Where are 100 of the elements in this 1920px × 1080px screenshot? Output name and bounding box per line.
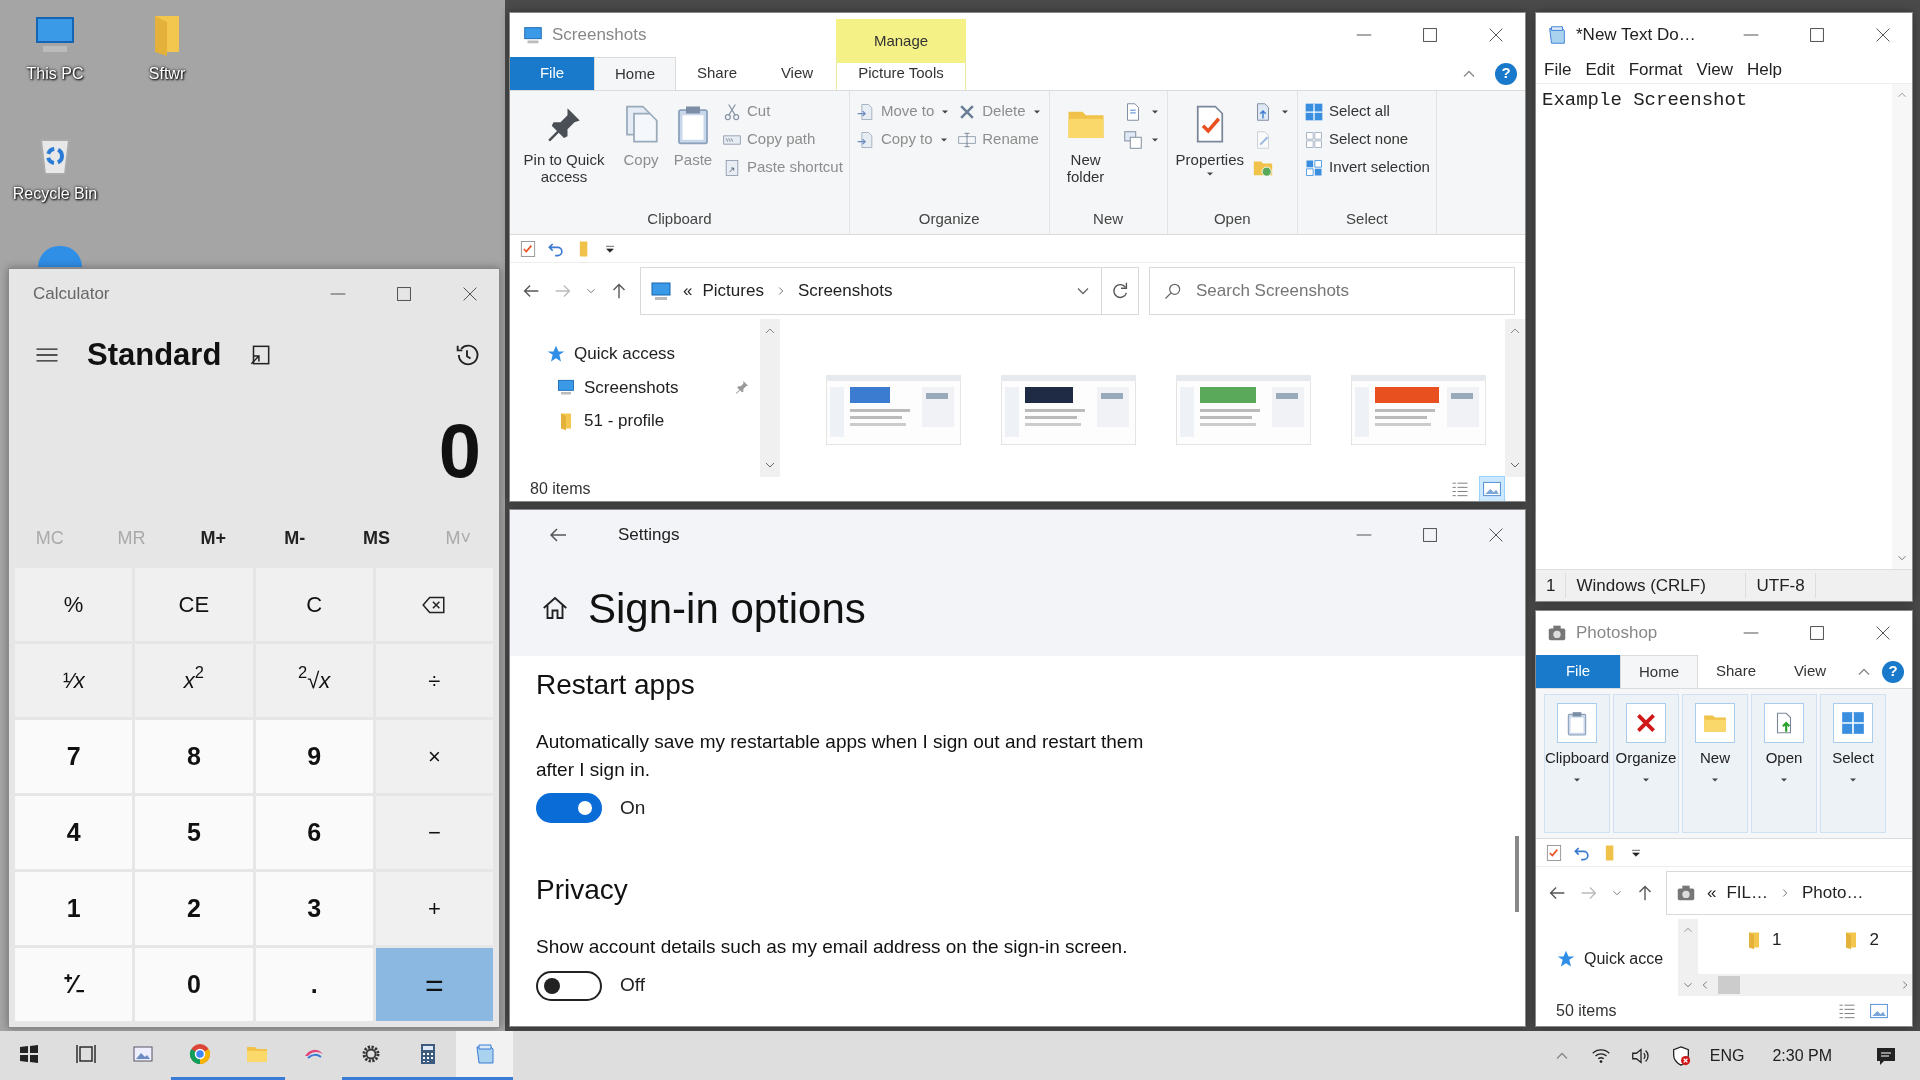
- view-button[interactable]: [1479, 476, 1505, 501]
- ribbon-tab[interactable]: Home: [1620, 655, 1698, 688]
- calculator-key[interactable]: 8: [135, 720, 253, 793]
- status-text: 50 items: [1556, 1001, 1617, 1021]
- window-stack-icon: [1121, 128, 1144, 151]
- calculator-key[interactable]: 0: [135, 948, 253, 1021]
- window-title: *New Text Do…: [1576, 24, 1696, 47]
- window-title: Screenshots: [552, 24, 647, 47]
- calculator-key[interactable]: C: [255, 568, 373, 641]
- help-button[interactable]: ?: [1882, 660, 1904, 683]
- calculator-key[interactable]: 6: [255, 796, 373, 869]
- nav-item[interactable]: Screenshots: [556, 374, 760, 400]
- group-label: New: [1092, 208, 1125, 229]
- calculator-key[interactable]: %: [15, 568, 133, 641]
- toggle-switch[interactable]: [536, 970, 602, 1001]
- ribbon-tab[interactable]: Share: [1698, 655, 1774, 688]
- ribbon-button[interactable]: Select none: [1304, 127, 1430, 152]
- calculator-key[interactable]: .: [255, 948, 373, 1021]
- ribbon-tab[interactable]: Share: [676, 57, 758, 90]
- checkmark-document-icon[interactable]: [518, 238, 538, 259]
- grid-icon: [1304, 157, 1324, 178]
- folder-item[interactable]: 2: [1841, 927, 1879, 953]
- calculator-key[interactable]: 5: [135, 796, 253, 869]
- menu-item[interactable]: Help: [1747, 57, 1783, 83]
- checkmark-document-icon[interactable]: [1544, 842, 1564, 863]
- ribbon-button[interactable]: Select all: [1304, 99, 1430, 124]
- calculator-key[interactable]: +: [375, 872, 493, 945]
- memory-button[interactable]: M-: [254, 524, 336, 552]
- calculator-key[interactable]: ×: [375, 720, 493, 793]
- memory-button[interactable]: M+: [172, 524, 254, 552]
- ribbon-tab[interactable]: File: [1536, 655, 1620, 688]
- ribbon-tab[interactable]: View: [758, 57, 836, 90]
- calculator-key[interactable]: 9: [255, 720, 373, 793]
- calculator-key[interactable]: ¹⁄x: [15, 644, 133, 717]
- calculator-key[interactable]: 1: [15, 872, 133, 945]
- text-editor[interactable]: Example Screenshot: [1536, 84, 1892, 569]
- setting-description: Automatically save my restartable apps when I sign out and restart them after I sign in.: [536, 730, 1145, 782]
- grid-icon: [1304, 129, 1324, 150]
- mode-title: Standard: [87, 335, 222, 374]
- ribbon-group-button[interactable]: Clipboard: [1544, 694, 1610, 833]
- memory-button[interactable]: MS: [335, 524, 418, 552]
- ribbon-button[interactable]: New folder: [1055, 99, 1116, 190]
- nav-item[interactable]: 51 - profile: [556, 408, 760, 434]
- calculator-key[interactable]: $^{2}$√x: [255, 644, 373, 717]
- computer-icon: [522, 24, 544, 46]
- window-title: Photoshop: [1576, 622, 1658, 645]
- browser-icon: [187, 1042, 212, 1066]
- calculator-key[interactable]: =: [375, 948, 493, 1021]
- image-view-icon: [1482, 479, 1502, 499]
- clock[interactable]: 2:30 PM: [1772, 1043, 1832, 1068]
- ribbon-tab[interactable]: File: [510, 57, 594, 90]
- group-label: Clipboard: [646, 208, 713, 229]
- help-button[interactable]: ?: [1495, 62, 1517, 85]
- grid-icon: [1840, 710, 1866, 736]
- app-icon[interactable]: [38, 246, 82, 267]
- calculator-key[interactable]: 4: [15, 796, 133, 869]
- menu-item[interactable]: Edit: [1585, 57, 1615, 83]
- computer-icon: [556, 377, 576, 398]
- calculator-key[interactable]: 3: [255, 872, 373, 945]
- setting-description: Show account details such as my email address on the sign-in screen.: [536, 935, 1129, 960]
- menu-item[interactable]: File: [1544, 57, 1572, 83]
- ribbon-group-button[interactable]: New: [1682, 694, 1748, 833]
- nav-item[interactable]: Quick acce: [1556, 947, 1678, 971]
- calculator-key[interactable]: CE: [135, 568, 253, 641]
- page-title: Sign-in options: [588, 583, 866, 634]
- nav-item[interactable]: Quick access: [546, 341, 760, 367]
- language-indicator[interactable]: ENG: [1709, 1043, 1745, 1068]
- address-bar[interactable]: « FIL… Photo…: [1666, 871, 1912, 915]
- context-tab-header: Manage: [836, 19, 966, 63]
- ribbon-group-button[interactable]: Organize: [1613, 694, 1679, 833]
- group-label: Select: [1345, 208, 1389, 229]
- notepad-icon: [1546, 24, 1568, 46]
- ribbon-group-button[interactable]: Open: [1751, 694, 1817, 833]
- section-title: Privacy: [536, 873, 629, 908]
- folder-item[interactable]: 1: [1744, 927, 1782, 953]
- menu-item[interactable]: Format: [1628, 57, 1683, 83]
- address-bar[interactable]: « Pictures Screenshots: [640, 267, 1102, 315]
- ribbon-tab[interactable]: Picture Tools: [836, 57, 966, 90]
- ribbon-button[interactable]: Invert selection: [1304, 155, 1430, 180]
- calculator-key[interactable]: ÷: [375, 644, 493, 717]
- search-field[interactable]: Search Screenshots: [1149, 267, 1515, 315]
- grid-icon: [1304, 101, 1324, 122]
- editor-text: Example Screenshot: [1542, 89, 1748, 111]
- ribbon-tab[interactable]: View: [1774, 655, 1846, 688]
- calculator-key[interactable]: x$^{2}$: [135, 644, 253, 717]
- ribbon-group-button[interactable]: Select: [1820, 694, 1886, 833]
- calculator-key[interactable]: 2: [135, 872, 253, 945]
- calculator-key[interactable]: 7: [15, 720, 133, 793]
- group-label: Organize: [917, 208, 981, 229]
- calculator-key[interactable]: −: [375, 796, 493, 869]
- ribbon-tab[interactable]: Home: [594, 57, 676, 90]
- toggle-switch[interactable]: [536, 793, 602, 824]
- section-title: Restart apps: [536, 668, 696, 702]
- scrollbar-thumb[interactable]: [1718, 976, 1740, 994]
- calculator-key[interactable]: ⁺⁄₋: [15, 948, 133, 1021]
- icon-label: This PC: [26, 64, 84, 84]
- menu-item[interactable]: View: [1696, 57, 1734, 83]
- ribbon-button[interactable]: Pin to Quick access: [516, 99, 612, 190]
- task-view-icon: [73, 1042, 98, 1066]
- ribbon-button[interactable]: Properties: [1173, 99, 1246, 185]
